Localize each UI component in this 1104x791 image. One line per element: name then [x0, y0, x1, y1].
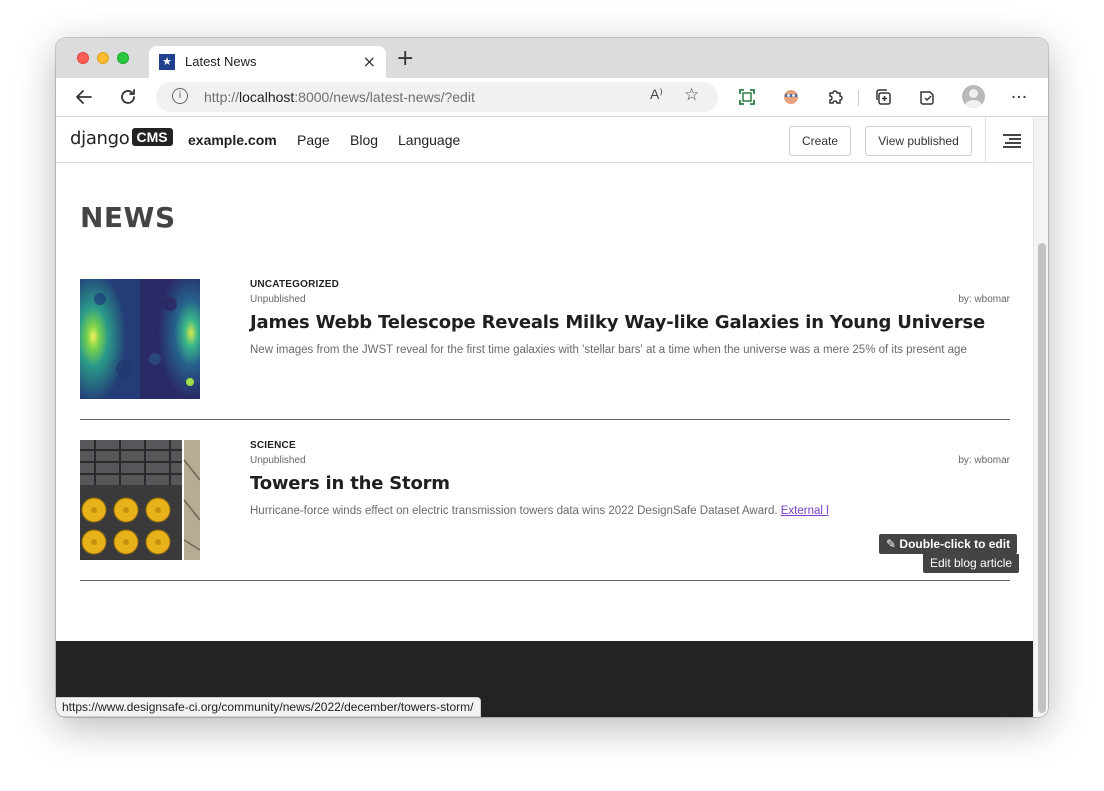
site-info-icon[interactable]: i	[172, 88, 188, 104]
article-lead: Hurricane-force winds effect on electric…	[250, 505, 829, 517]
screenshot-capture-icon[interactable]	[736, 87, 758, 109]
article-thumbnail-towers[interactable]	[80, 440, 200, 560]
scrollbar-thumb[interactable]	[1038, 243, 1046, 713]
profile-avatar[interactable]	[962, 85, 985, 108]
tab-bar: ★ Latest News × +	[56, 38, 1048, 78]
structure-icon	[1003, 134, 1021, 136]
browser-essentials-icon[interactable]	[916, 87, 938, 109]
pencil-icon: ✎	[886, 537, 897, 551]
view-published-button[interactable]: View published	[865, 126, 972, 156]
article-category[interactable]: UNCATEGORIZED	[250, 279, 339, 290]
external-link[interactable]: External l	[781, 505, 829, 517]
article-author[interactable]: by: wbomar	[958, 294, 1010, 305]
article-status: Unpublished	[250, 455, 306, 466]
browser-toolbar: i http://localhost:8000/news/latest-news…	[56, 78, 1048, 117]
structure-mode-toggle[interactable]	[985, 117, 1033, 163]
extensions-puzzle-icon[interactable]	[824, 87, 846, 109]
zoom-window-button[interactable]	[117, 52, 129, 64]
link-status-bar: https://www.designsafe-ci.org/community/…	[56, 697, 481, 717]
page-viewport: django CMS example.com Page Blog Language…	[56, 117, 1033, 717]
site-favicon-icon: ★	[159, 54, 175, 70]
article-title[interactable]: Towers in the Storm	[250, 473, 450, 494]
new-tab-button[interactable]: +	[396, 46, 414, 72]
close-window-button[interactable]	[77, 52, 89, 64]
article-author[interactable]: by: wbomar	[958, 455, 1010, 466]
browser-window: ★ Latest News × + i http://localhost:800…	[56, 38, 1048, 717]
create-button[interactable]: Create	[789, 126, 851, 156]
toolbar-divider	[858, 90, 859, 106]
tab-latest-news[interactable]: ★ Latest News ×	[149, 46, 386, 78]
article-item: UNCATEGORIZED Unpublished by: wbomar Jam…	[80, 279, 1010, 420]
edit-tooltip: ✎ Double-click to edit	[879, 534, 1018, 554]
article-status: Unpublished	[250, 294, 306, 305]
tab-close-icon[interactable]: ×	[363, 52, 376, 71]
cms-menu-page[interactable]: Page	[297, 132, 330, 148]
article-title[interactable]: James Webb Telescope Reveals Milky Way-l…	[250, 312, 985, 333]
address-bar[interactable]: i http://localhost:8000/news/latest-news…	[156, 82, 718, 112]
more-options-icon[interactable]: ···	[1008, 87, 1030, 109]
read-aloud-icon[interactable]: A⁾	[650, 86, 663, 103]
minimize-window-button[interactable]	[97, 52, 109, 64]
reload-icon[interactable]	[117, 87, 139, 109]
extension-face-icon[interactable]	[780, 87, 802, 109]
page-scrollbar[interactable]	[1033, 117, 1048, 717]
django-cms-logo[interactable]: django CMS	[70, 128, 173, 150]
cms-toolbar: django CMS example.com Page Blog Language…	[56, 117, 1033, 163]
page-title: NEWS	[80, 201, 176, 234]
article-item: SCIENCE Unpublished by: wbomar Towers in…	[80, 440, 1010, 581]
collections-icon[interactable]	[872, 87, 894, 109]
article-category[interactable]: SCIENCE	[250, 440, 296, 451]
cms-menu-site[interactable]: example.com	[188, 132, 277, 148]
tab-title: Latest News	[185, 54, 257, 69]
edit-tooltip-detail: Edit blog article	[923, 554, 1020, 573]
url-text[interactable]: http://localhost:8000/news/latest-news/?…	[204, 89, 475, 105]
back-arrow-icon[interactable]	[73, 87, 95, 109]
article-thumbnail-galaxies[interactable]	[80, 279, 200, 399]
cms-menu-blog[interactable]: Blog	[350, 132, 378, 148]
article-lead: New images from the JWST reveal for the …	[250, 344, 967, 356]
add-favorite-icon[interactable]: ☆	[684, 85, 699, 105]
cms-menu-language[interactable]: Language	[398, 132, 460, 148]
